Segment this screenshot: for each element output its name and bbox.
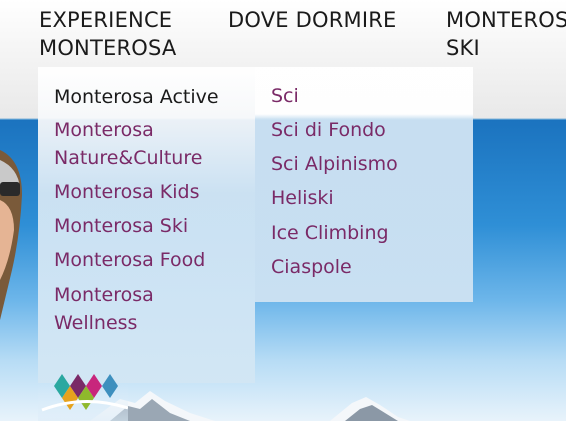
menu-item-monterosa-wellness[interactable]: Monterosa Wellness (54, 281, 154, 337)
menu-item-monterosa-food[interactable]: Monterosa Food (54, 246, 205, 274)
menu-item-heliski[interactable]: Heliski (271, 184, 334, 212)
menu-item-monterosa-active[interactable]: Monterosa Active (54, 83, 219, 111)
menu-item-ciaspole[interactable]: Ciaspole (271, 253, 352, 281)
top-navigation: EXPERIENCE MONTEROSA DOVE DORMIRE MONTER… (0, 0, 566, 64)
experience-submenu: Monterosa Active Monterosa Nature&Cultur… (38, 67, 255, 383)
menu-item-sci-di-fondo[interactable]: Sci di Fondo (271, 116, 386, 144)
menu-item-ice-climbing[interactable]: Ice Climbing (271, 219, 389, 247)
skier-photo (0, 150, 22, 320)
nav-experience-monterosa[interactable]: EXPERIENCE MONTEROSA (39, 6, 219, 62)
menu-item-sci[interactable]: Sci (271, 82, 299, 110)
menu-item-monterosa-nature-culture[interactable]: Monterosa Nature&Culture (54, 116, 202, 172)
nav-dove-dormire[interactable]: DOVE DORMIRE (228, 6, 438, 34)
active-submenu: Sci Sci di Fondo Sci Alpinismo Heliski I… (255, 67, 473, 302)
menu-item-monterosa-kids[interactable]: Monterosa Kids (54, 178, 200, 206)
nav-monterosa-ski[interactable]: MONTEROSA SKI (446, 6, 566, 62)
menu-item-sci-alpinismo[interactable]: Sci Alpinismo (271, 150, 398, 178)
monterosa-logo-icon (41, 374, 128, 412)
menu-item-monterosa-ski[interactable]: Monterosa Ski (54, 212, 188, 240)
